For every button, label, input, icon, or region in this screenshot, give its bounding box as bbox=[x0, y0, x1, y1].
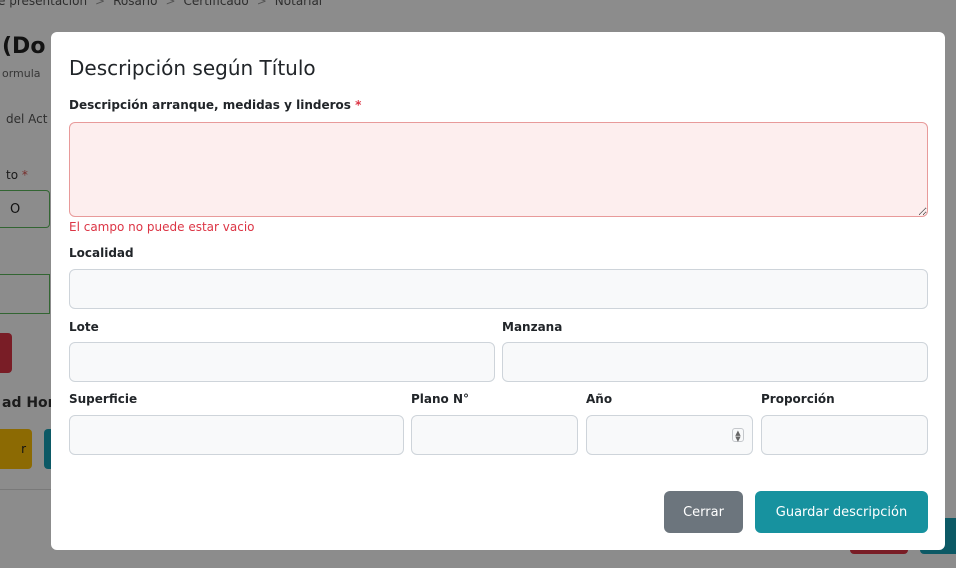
descripcion-error: El campo no puede estar vacio bbox=[69, 220, 255, 234]
superficie-input[interactable] bbox=[69, 415, 404, 455]
modal-title: Descripción según Título bbox=[69, 56, 316, 80]
superficie-label: Superficie bbox=[69, 392, 138, 406]
save-description-button[interactable]: Guardar descripción bbox=[755, 491, 928, 533]
plano-input[interactable] bbox=[411, 415, 578, 455]
lote-label: Lote bbox=[69, 320, 99, 334]
anio-label: Año bbox=[586, 392, 613, 406]
proporcion-input[interactable] bbox=[761, 415, 928, 455]
number-spinner-icon[interactable]: ▲ ▼ bbox=[732, 428, 744, 443]
anio-input[interactable]: ▲ ▼ bbox=[586, 415, 753, 455]
manzana-input[interactable] bbox=[502, 342, 928, 382]
proporcion-label: Proporción bbox=[761, 392, 835, 406]
manzana-label: Manzana bbox=[502, 320, 563, 334]
localidad-label: Localidad bbox=[69, 246, 134, 260]
lote-input[interactable] bbox=[69, 342, 495, 382]
descripcion-label: Descripción arranque, medidas y linderos… bbox=[69, 98, 362, 112]
localidad-input[interactable] bbox=[69, 269, 928, 309]
close-button[interactable]: Cerrar bbox=[664, 491, 743, 533]
descripcion-textarea[interactable] bbox=[69, 122, 928, 217]
plano-label: Plano N° bbox=[411, 392, 470, 406]
modal-dialog: Descripción según Título Descripción arr… bbox=[51, 32, 945, 550]
